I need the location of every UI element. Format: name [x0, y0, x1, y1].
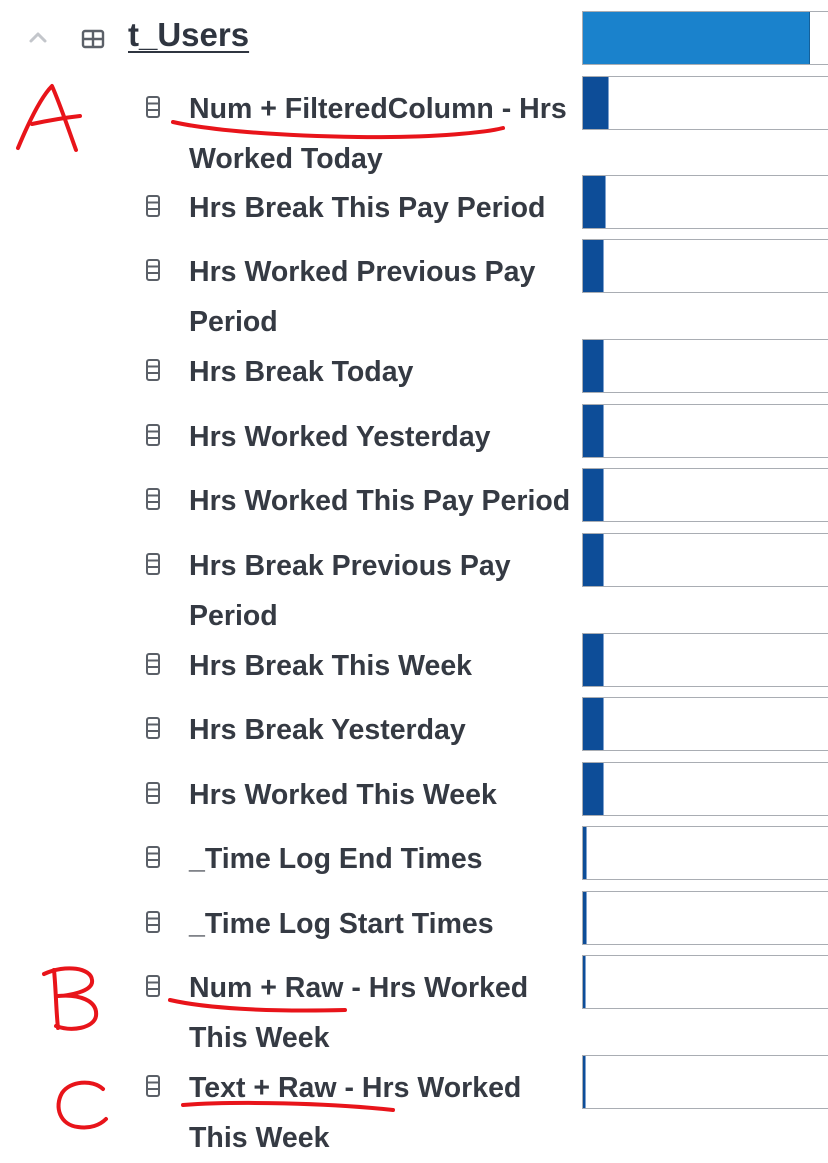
- column-usage-fill: [583, 634, 604, 686]
- column-usage-bar: [582, 633, 828, 687]
- column-usage-fill: [583, 892, 587, 944]
- column-icon: [146, 488, 160, 510]
- table-usage-fill: [583, 12, 810, 64]
- table-usage-bar: [582, 11, 828, 65]
- column-usage-bar: [582, 339, 828, 393]
- column-usage-fill: [583, 240, 604, 292]
- chevron-up-icon[interactable]: [28, 30, 48, 44]
- column-icon: [146, 782, 160, 804]
- annotation-a: [16, 84, 82, 152]
- column-icon: [146, 259, 160, 281]
- column-usage-bar: [582, 76, 828, 130]
- column-usage-fill: [583, 827, 587, 879]
- column-icon: [146, 1075, 160, 1097]
- column-label[interactable]: Hrs Break Today: [189, 347, 584, 397]
- column-label[interactable]: _Time Log Start Times: [189, 899, 584, 949]
- column-usage-bar: [582, 697, 828, 751]
- column-icon: [146, 553, 160, 575]
- column-icon: [146, 911, 160, 933]
- column-icon: [146, 717, 160, 739]
- table-name[interactable]: t_Users: [128, 16, 249, 54]
- column-usage-bar: [582, 826, 828, 880]
- column-label[interactable]: _Time Log End Times: [189, 834, 584, 884]
- annotation-c-underline: [181, 1100, 395, 1112]
- column-usage-bar: [582, 468, 828, 522]
- annotation-b-underline: [168, 998, 347, 1013]
- column-usage-fill: [583, 469, 604, 521]
- column-usage-bar: [582, 175, 828, 229]
- annotation-b: [42, 966, 99, 1031]
- column-label[interactable]: Hrs Break This Pay Period: [189, 183, 584, 233]
- column-label[interactable]: Hrs Break This Week: [189, 641, 584, 691]
- column-usage-bar: [582, 1055, 828, 1109]
- column-icon: [146, 846, 160, 868]
- table-icon: [81, 29, 105, 49]
- column-usage-fill: [583, 405, 604, 457]
- column-usage-fill: [583, 534, 604, 586]
- column-icon: [146, 96, 160, 118]
- column-label[interactable]: Hrs Worked Previous Pay Period: [189, 247, 584, 347]
- column-icon: [146, 975, 160, 997]
- column-label[interactable]: Hrs Break Yesterday: [189, 705, 584, 755]
- column-icon: [146, 653, 160, 675]
- annotation-c: [56, 1080, 108, 1130]
- column-label[interactable]: Hrs Break Previous Pay Period: [189, 541, 584, 641]
- column-icon: [146, 359, 160, 381]
- column-usage-fill: [583, 176, 606, 228]
- annotation-a-underline: [171, 120, 505, 140]
- column-usage-fill: [583, 763, 604, 815]
- column-usage-bar: [582, 239, 828, 293]
- column-icon: [146, 424, 160, 446]
- column-usage-fill: [583, 956, 586, 1008]
- column-label[interactable]: Hrs Worked This Week: [189, 770, 584, 820]
- column-usage-bar: [582, 891, 828, 945]
- column-usage-bar: [582, 762, 828, 816]
- column-usage-bar: [582, 955, 828, 1009]
- column-label[interactable]: Hrs Worked Yesterday: [189, 412, 584, 462]
- column-usage-fill: [583, 1056, 586, 1108]
- column-usage-bar: [582, 404, 828, 458]
- column-usage-bar: [582, 533, 828, 587]
- column-usage-fill: [583, 340, 604, 392]
- column-usage-fill: [583, 698, 604, 750]
- table-header-row[interactable]: t_Users: [0, 0, 828, 76]
- column-icon: [146, 195, 160, 217]
- column-label[interactable]: Hrs Worked This Pay Period: [189, 476, 584, 526]
- column-usage-fill: [583, 77, 609, 129]
